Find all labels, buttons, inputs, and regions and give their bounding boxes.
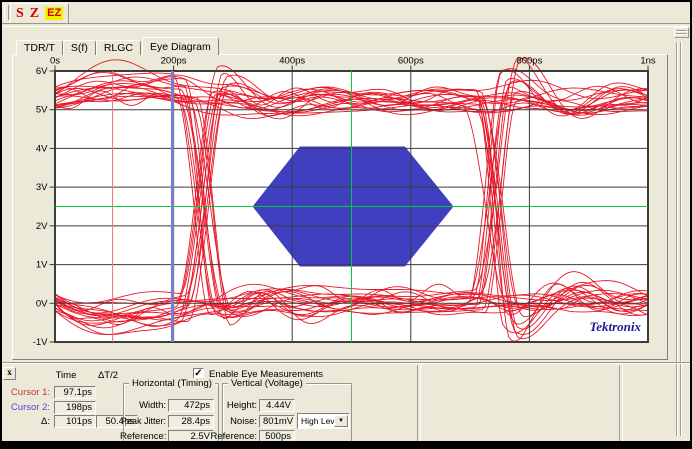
y-axis-tick-label: 0V	[36, 298, 48, 309]
cursor2-time-value: 198ps	[54, 401, 96, 414]
cursor2-label: Cursor 2:	[2, 401, 50, 414]
toolbar-gripper[interactable]	[4, 5, 9, 20]
splitter-grip-icon[interactable]	[674, 27, 689, 38]
x-axis-tick-label: 200ps	[161, 56, 187, 67]
logo-s-icon: S	[16, 7, 24, 21]
close-panel-button[interactable]: x	[3, 367, 16, 380]
horizontal-timing-group: Horizontal (Timing) Width: 472ps Peak Ji…	[123, 383, 219, 441]
delta-label: Δ:	[2, 415, 50, 428]
x-axis-tick-label: 0s	[50, 56, 60, 67]
app-window: S Z EZ TDR/T S(f) RLGC Eye Diagram 0s 200…	[0, 0, 692, 449]
delta-t-half-column-header: ΔT/2	[88, 370, 128, 381]
time-column-header: Time	[48, 370, 84, 381]
app-logo: S Z EZ	[10, 3, 69, 24]
dropdown-arrow-icon[interactable]	[334, 415, 348, 427]
grip-line	[676, 33, 687, 34]
y-axis-tick-label: 3V	[36, 182, 48, 193]
tektronix-watermark: Tektronix	[589, 319, 641, 334]
tab-tdr-t[interactable]: TDR/T	[16, 40, 63, 55]
panel-divider	[619, 365, 623, 441]
peak-jitter-value: 28.4ps	[168, 415, 214, 428]
y-axis-tick-label: 5V	[36, 105, 48, 116]
cursor1-label: Cursor 1:	[2, 386, 50, 399]
grip-line	[676, 30, 687, 31]
y-axis-tick-label: -1V	[33, 337, 48, 348]
y-axis-tick-label: 1V	[36, 260, 48, 271]
y-axis-tick-label: 6V	[36, 66, 48, 77]
h-reference-label: Reference:	[120, 430, 166, 441]
measurement-panel: x Time ΔT/2 Cursor 1: 97.1ps Cursor 2: 1…	[2, 362, 690, 441]
client-area: S Z EZ TDR/T S(f) RLGC Eye Diagram 0s 200…	[2, 2, 690, 441]
toolbar: S Z EZ	[2, 2, 690, 23]
vertical-voltage-group: Vertical (Voltage) Height: 4.44V Noise: …	[222, 383, 352, 441]
delta-time-value: 101ps	[54, 415, 96, 428]
v-reference-value: 500ps	[259, 430, 295, 441]
noise-level-dropdown[interactable]: High Level	[297, 413, 350, 429]
x-axis-tick-label: 800ps	[516, 56, 542, 67]
noise-value: 801mV	[259, 415, 295, 428]
tab-s-f[interactable]: S(f)	[63, 40, 96, 55]
noise-label: Noise:	[223, 415, 257, 428]
tab-rlgc[interactable]: RLGC	[96, 40, 141, 55]
cursor1-time-value: 97.1ps	[54, 386, 96, 399]
height-label: Height:	[223, 399, 257, 412]
tab-eye-diagram[interactable]: Eye Diagram	[142, 37, 219, 55]
width-value: 472ps	[168, 399, 214, 412]
logo-z-icon: Z	[30, 7, 39, 21]
v-reference-label: Reference:	[209, 430, 257, 441]
eye-diagram-page: 0s 200ps 400ps 600ps 800ps 1ns 6V 5V 4V 3V 2V 1V 0V -…	[12, 54, 668, 360]
peak-jitter-label: Peak Jitter:	[116, 415, 166, 428]
x-axis-tick-label: 600ps	[398, 56, 424, 67]
panel-divider	[417, 365, 421, 441]
logo-ez-icon: EZ	[45, 7, 63, 20]
y-axis-tick-label: 4V	[36, 143, 48, 154]
height-value: 4.44V	[259, 399, 295, 412]
tab-bar: TDR/T S(f) RLGC Eye Diagram	[16, 37, 220, 55]
toolbar-separator	[2, 23, 690, 27]
width-label: Width:	[126, 399, 166, 412]
h-reference-value: 2.5V	[168, 430, 214, 441]
vertical-voltage-title: Vertical (Voltage)	[228, 378, 306, 389]
horizontal-timing-title: Horizontal (Timing)	[129, 378, 215, 389]
y-axis-tick-label: 2V	[36, 221, 48, 232]
eye-diagram-plot[interactable]: 0s 200ps 400ps 600ps 800ps 1ns 6V 5V 4V 3V 2V 1V 0V -…	[13, 55, 667, 359]
x-axis-tick-label: 400ps	[279, 56, 305, 67]
x-axis-tick-label: 1ns	[640, 56, 656, 67]
